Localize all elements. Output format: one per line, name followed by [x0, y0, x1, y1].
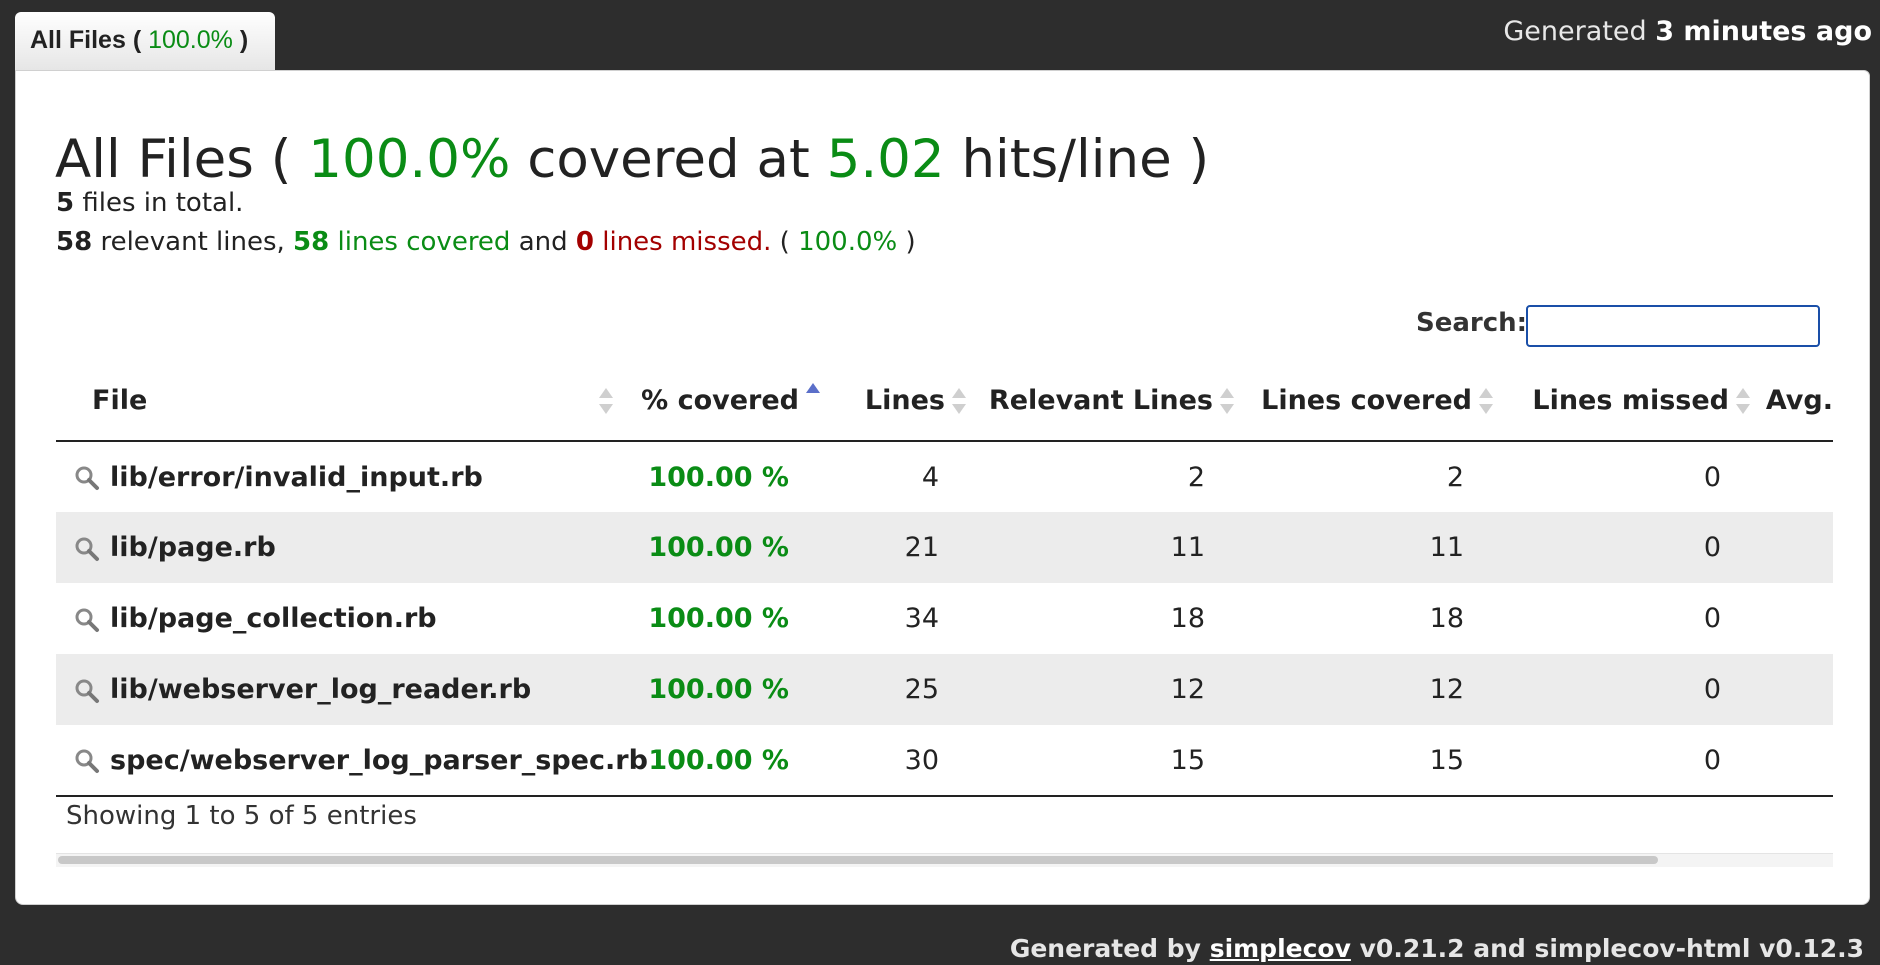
coverage-table: File % covered Lines Relevant Lines Line…: [56, 361, 1833, 797]
sort-arrows-icon: [1479, 388, 1493, 414]
covered-pct-cell: 100.00 %: [648, 603, 789, 634]
tab-label: All Files: [30, 26, 126, 54]
lines-covered-cell: 2: [1446, 461, 1464, 493]
lines-covered-cell: 18: [1429, 603, 1464, 634]
file-cell[interactable]: lib/webserver_log_reader.rb: [56, 654, 626, 725]
table-row: lib/page_collection.rb 100.00 % 34 18 18 0: [56, 583, 1833, 654]
lines-covered-cell: 11: [1239, 512, 1498, 583]
lines-missed-cell: 0: [1703, 461, 1721, 493]
table-row: lib/error/invalid_input.rb 100.00 % 4 2 2 0: [56, 441, 1833, 512]
lines-summary: 58 relevant lines, 58 lines covered and …: [56, 227, 916, 257]
search-input[interactable]: [1526, 305, 1820, 347]
scrollbar-thumb[interactable]: [58, 856, 1658, 864]
lines-missed-cell: 0: [1498, 512, 1755, 583]
file-cell[interactable]: lib/error/invalid_input.rb: [56, 441, 626, 512]
table-info: Showing 1 to 5 of 5 entries: [66, 801, 417, 831]
sort-arrows-icon: [1736, 388, 1750, 414]
lines-covered-cell: 15: [1239, 725, 1498, 797]
page-title: All Files ( 100.0% covered at 5.02 hits/…: [55, 129, 1210, 190]
file-link[interactable]: spec/webserver_log_parser_spec.rb: [110, 745, 648, 776]
file-cell[interactable]: lib/page.rb: [56, 512, 626, 583]
files-total: 5 files in total.: [56, 188, 244, 218]
lines-cell: 25: [829, 654, 969, 725]
covered-pct-cell: 100.00 %: [648, 461, 789, 493]
column-header-file[interactable]: File: [56, 361, 626, 442]
relevant-lines-cell: 15: [969, 725, 1239, 797]
avg-cell: [1755, 583, 1833, 654]
lines-cell: 34: [904, 603, 939, 634]
lines-cell: 4: [921, 461, 939, 493]
sort-asc-icon: [806, 383, 820, 393]
table-row: spec/webserver_log_parser_spec.rb 100.00 …: [56, 725, 1833, 797]
lines-cell: 21: [829, 512, 969, 583]
avg-cell: [1755, 441, 1833, 512]
horizontal-scrollbar[interactable]: [56, 853, 1833, 867]
lines-cell: 30: [829, 725, 969, 797]
column-header-relevant-lines[interactable]: Relevant Lines: [969, 361, 1239, 442]
relevant-lines-cell: 11: [969, 512, 1239, 583]
page-footer: Generated by simplecov v0.21.2 and simpl…: [1009, 934, 1864, 963]
lines-missed-cell: 0: [1498, 725, 1755, 797]
column-header-avg[interactable]: Avg.: [1755, 361, 1833, 442]
column-header-covered[interactable]: % covered: [626, 361, 829, 442]
file-cell[interactable]: lib/page_collection.rb: [56, 583, 626, 654]
column-header-lines[interactable]: Lines: [829, 361, 969, 442]
avg-cell: [1755, 725, 1833, 797]
tab-all-files[interactable]: All Files ( 100.0% ): [15, 12, 275, 70]
coverage-table-wrapper: File % covered Lines Relevant Lines Line…: [56, 361, 1833, 797]
lines-missed-cell: 0: [1703, 603, 1721, 634]
avg-cell: [1755, 512, 1833, 583]
sort-arrows-icon: [599, 388, 613, 414]
magnifier-icon: [75, 679, 99, 703]
magnifier-icon: [75, 537, 99, 561]
file-link[interactable]: lib/page.rb: [110, 532, 276, 563]
covered-pct-cell: 100.00 %: [626, 725, 829, 797]
magnifier-icon: [75, 749, 99, 773]
search-label: Search:: [1416, 308, 1528, 338]
column-header-lines-covered[interactable]: Lines covered: [1239, 361, 1498, 442]
generated-timestamp: Generated 3 minutes ago: [1503, 16, 1872, 47]
covered-pct-cell: 100.00 %: [626, 654, 829, 725]
file-link[interactable]: lib/page_collection.rb: [110, 603, 437, 634]
table-header-row: File % covered Lines Relevant Lines Line…: [56, 361, 1833, 442]
tab-coverage-pct: 100.0%: [148, 26, 233, 54]
simplecov-link[interactable]: simplecov: [1210, 934, 1351, 963]
sort-arrows-icon: [952, 388, 966, 414]
file-link[interactable]: lib/error/invalid_input.rb: [110, 462, 483, 493]
covered-pct-cell: 100.00 %: [626, 512, 829, 583]
file-cell[interactable]: spec/webserver_log_parser_spec.rb: [56, 725, 648, 797]
main-panel: All Files ( 100.0% covered at 5.02 hits/…: [15, 70, 1870, 905]
magnifier-icon: [75, 608, 99, 632]
file-link[interactable]: lib/webserver_log_reader.rb: [110, 674, 531, 705]
relevant-lines-cell: 2: [1187, 461, 1205, 493]
relevant-lines-cell: 18: [1170, 603, 1205, 634]
column-header-lines-missed[interactable]: Lines missed: [1498, 361, 1755, 442]
magnifier-icon: [75, 466, 99, 490]
relevant-lines-cell: 12: [969, 654, 1239, 725]
table-row: lib/webserver_log_reader.rb 100.00 % 25 12 1…: [56, 654, 1833, 725]
sort-arrows-icon: [1220, 388, 1234, 414]
avg-cell: [1755, 654, 1833, 725]
table-row: lib/page.rb 100.00 % 21 11 11 0: [56, 512, 1833, 583]
lines-covered-cell: 12: [1239, 654, 1498, 725]
lines-missed-cell: 0: [1498, 654, 1755, 725]
